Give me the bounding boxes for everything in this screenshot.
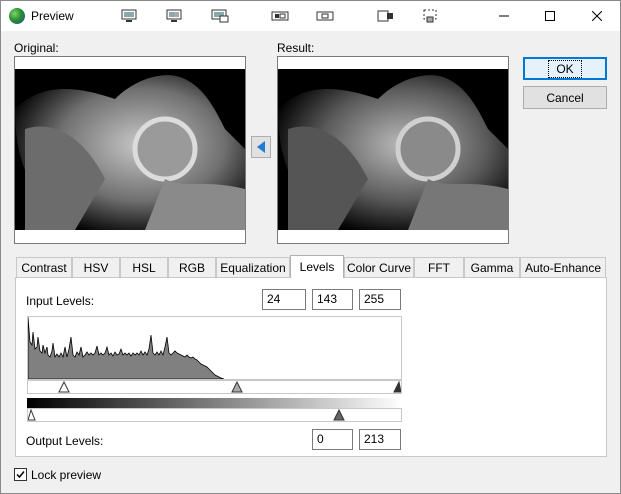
ok-button-label: OK <box>548 59 582 78</box>
tab-contrast[interactable]: Contrast <box>16 257 72 277</box>
tab-label: Contrast <box>21 260 67 275</box>
cancel-button[interactable]: Cancel <box>523 86 607 109</box>
ok-button[interactable]: OK <box>523 57 607 80</box>
tab-gamma[interactable]: Gamma <box>464 257 520 277</box>
original-preview <box>14 56 246 244</box>
histogram <box>27 316 402 380</box>
result-label: Result: <box>277 41 315 55</box>
original-label: Original: <box>14 41 59 55</box>
tab-color-curve[interactable]: Color Curve <box>344 257 414 277</box>
tab-rgb[interactable]: RGB <box>168 257 216 277</box>
levels-panel: Input Levels: 24 143 255 Output Levels: … <box>15 277 607 457</box>
input-gamma-handle[interactable] <box>231 380 243 393</box>
tab-hsl[interactable]: HSL <box>120 257 168 277</box>
monitor-view-icon[interactable] <box>121 9 139 23</box>
tab-label: Gamma <box>470 260 514 275</box>
maximize-icon <box>545 11 555 21</box>
fit-width-icon[interactable] <box>271 9 289 23</box>
lock-preview-label[interactable]: Lock preview <box>31 468 101 482</box>
monitor-split-icon[interactable] <box>166 9 184 23</box>
close-icon <box>592 11 602 21</box>
maximize-button[interactable] <box>527 1 573 31</box>
lock-preview-checkbox[interactable] <box>14 468 27 481</box>
input-gamma-field[interactable]: 143 <box>312 289 353 310</box>
selection-icon[interactable] <box>422 9 440 23</box>
tab-hsv[interactable]: HSV <box>72 257 120 277</box>
tab-auto-enhance[interactable]: Auto-Enhance <box>520 257 606 277</box>
cancel-button-label: Cancel <box>546 90 584 105</box>
monitor-compare-icon[interactable] <box>211 9 229 23</box>
tab-label: Equalization <box>220 260 286 275</box>
tab-equalization[interactable]: Equalization <box>216 257 290 277</box>
histogram-graph <box>27 316 225 380</box>
tab-label: Color Curve <box>346 260 412 275</box>
result-image <box>278 69 508 230</box>
tab-label: FFT <box>428 260 450 275</box>
input-white-handle[interactable] <box>393 380 402 393</box>
output-black-handle[interactable] <box>27 408 36 421</box>
input-levels-slider[interactable] <box>27 380 402 394</box>
original-image <box>15 69 245 230</box>
tab-label: Auto-Enhance <box>524 260 602 275</box>
minimize-button[interactable] <box>481 1 527 31</box>
preview-dialog: Preview Original: Result: OK Cancel Cont… <box>0 0 621 494</box>
output-levels-slider[interactable] <box>27 408 402 422</box>
output-levels-label: Output Levels: <box>26 434 104 448</box>
actual-size-icon[interactable] <box>316 9 334 23</box>
left-arrow-icon <box>257 141 265 153</box>
tab-label: Levels <box>299 260 335 274</box>
minimize-icon <box>499 15 509 17</box>
window-title: Preview <box>31 9 74 23</box>
input-black-field[interactable]: 24 <box>262 289 306 310</box>
tab-label: HSV <box>83 260 109 275</box>
output-gradient-bar <box>27 398 402 408</box>
input-levels-label: Input Levels: <box>26 294 95 308</box>
input-white-field[interactable]: 255 <box>359 289 401 310</box>
output-black-field[interactable]: 0 <box>312 429 353 450</box>
tab-fft[interactable]: FFT <box>414 257 464 277</box>
output-white-handle[interactable] <box>333 408 345 421</box>
tab-label: HSL <box>132 260 156 275</box>
tab-label: RGB <box>178 260 205 275</box>
copy-to-original-button[interactable] <box>251 136 271 158</box>
tab-levels[interactable]: Levels <box>290 255 344 278</box>
app-globe-icon <box>9 8 25 24</box>
checkmark-icon <box>16 471 25 479</box>
output-white-field[interactable]: 213 <box>359 429 401 450</box>
input-black-handle[interactable] <box>58 380 70 393</box>
result-preview <box>277 56 509 244</box>
title-bar[interactable]: Preview <box>1 1 620 31</box>
close-button[interactable] <box>574 1 620 31</box>
fit-page-icon[interactable] <box>377 9 395 23</box>
